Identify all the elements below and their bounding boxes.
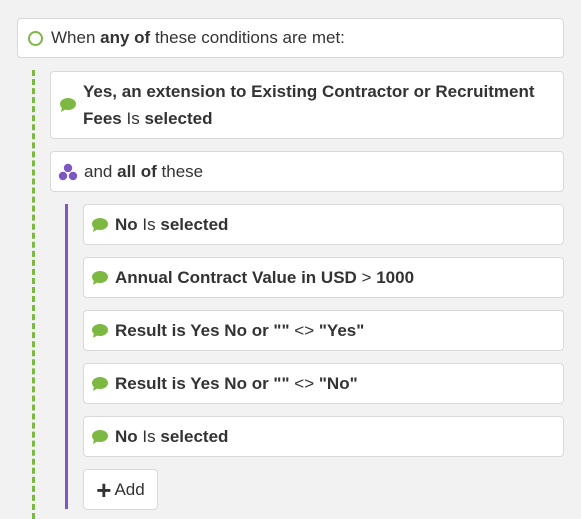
condition-field: Result is Yes No or "" [115, 320, 290, 340]
condition-card[interactable]: Yes, an extension to Existing Contractor… [50, 71, 564, 139]
sub-condition-card[interactable]: Result is Yes No or "" <> "No" [83, 363, 564, 404]
condition-operator: <> [294, 373, 315, 393]
circle-icon [28, 30, 43, 46]
speech-bubble-icon [92, 270, 108, 285]
sub-condition-card[interactable]: Annual Contract Value in USD > 1000 [83, 257, 564, 298]
condition-field: No [115, 214, 138, 234]
root-condition-header[interactable]: When any of these conditions are met: [17, 18, 564, 58]
speech-bubble-icon [92, 323, 108, 338]
condition-value: "No" [318, 373, 358, 393]
condition-value: "Yes" [318, 320, 365, 340]
condition-value: 1000 [376, 267, 415, 287]
condition-value: selected [160, 214, 229, 234]
root-prefix: When [51, 28, 96, 47]
group-icon [58, 163, 78, 180]
speech-bubble-icon [92, 429, 108, 444]
condition-operator: Is [142, 214, 156, 234]
root-quantifier[interactable]: any of [100, 28, 150, 48]
group-quantifier[interactable]: all of [117, 162, 157, 182]
condition-field: Annual Contract Value in USD [115, 267, 357, 287]
speech-bubble-icon [60, 98, 76, 112]
sub-condition-card[interactable]: Result is Yes No or "" <> "Yes" [83, 310, 564, 351]
speech-bubble-icon [92, 376, 108, 391]
condition-value: selected [144, 109, 213, 128]
condition-value: selected [160, 426, 229, 446]
condition-operator: Is [142, 426, 156, 446]
group-suffix: these [161, 161, 204, 181]
any-of-connector-line [32, 70, 35, 519]
add-button-label: Add [114, 479, 145, 499]
sub-condition-card[interactable]: No Is selected [83, 204, 564, 245]
plus-icon: + [96, 474, 112, 505]
add-condition-button[interactable]: + Add [83, 469, 158, 510]
group-prefix: and [84, 161, 113, 181]
sub-condition-card[interactable]: No Is selected [83, 416, 564, 457]
condition-field: No [115, 426, 138, 446]
condition-field: Result is Yes No or "" [115, 373, 290, 393]
condition-operator: <> [294, 320, 315, 340]
condition-operator: > [361, 267, 372, 287]
all-of-connector-line [65, 204, 68, 509]
condition-operator: Is [126, 109, 140, 128]
speech-bubble-icon [92, 217, 108, 232]
group-header[interactable]: and all of these [50, 151, 564, 192]
root-suffix: these conditions are met: [154, 28, 345, 47]
